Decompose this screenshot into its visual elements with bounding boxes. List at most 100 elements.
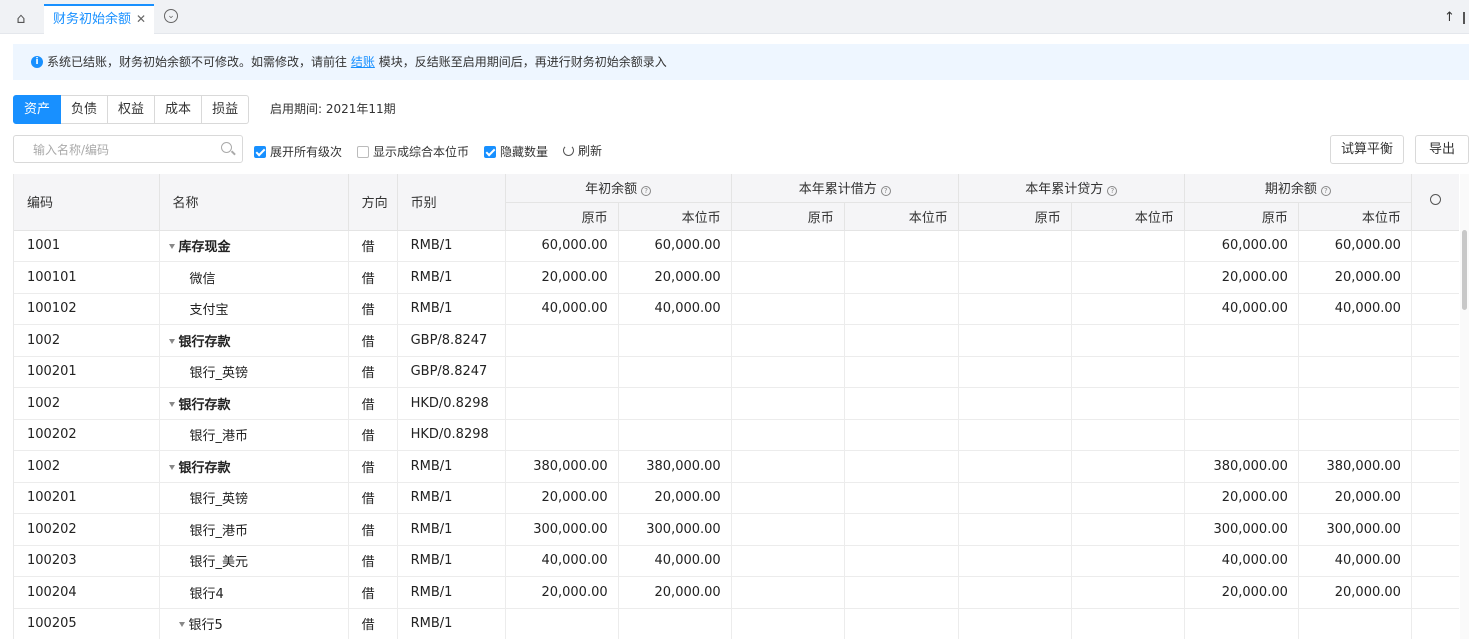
cell-amount[interactable] — [844, 450, 959, 483]
cell-amount[interactable] — [731, 387, 845, 420]
cell-amount[interactable] — [1071, 545, 1185, 577]
help-icon[interactable]: ? — [641, 186, 652, 197]
close-period-link[interactable]: 结账 — [351, 55, 375, 69]
cell-amount[interactable]: 60,000.00 — [505, 230, 619, 262]
cell-amount[interactable] — [958, 608, 1072, 639]
cell-amount[interactable]: 20,000.00 — [618, 482, 732, 514]
table-row[interactable]: 100101 微信借 RMB/1 20,000.00 20,000.00 20,000.0… — [14, 261, 1459, 294]
cell-amount[interactable]: 40,000.00 — [505, 545, 619, 577]
cell-amount[interactable]: 20,000.00 — [618, 261, 732, 294]
cell-amount[interactable] — [731, 324, 845, 357]
settings-icon[interactable] — [1429, 194, 1441, 206]
cell-amount[interactable]: 380,000.00 — [618, 450, 732, 483]
cell-amount[interactable] — [958, 513, 1072, 546]
help-icon[interactable]: ? — [1107, 186, 1118, 197]
table-row[interactable]: 100205 银行5 借 RMB/1 — [14, 608, 1459, 639]
cell-amount[interactable]: 40,000.00 — [1184, 545, 1299, 577]
cell-amount[interactable]: 40,000.00 — [1298, 545, 1412, 577]
cell-amount[interactable]: 60,000.00 — [1298, 230, 1412, 262]
cell-amount[interactable]: 20,000.00 — [1184, 576, 1299, 609]
cell-amount[interactable] — [731, 356, 845, 388]
table-row[interactable]: 100203 银行_美元借 RMB/1 40,000.00 40,000.00 40,00… — [14, 545, 1459, 577]
cell-amount[interactable] — [1298, 419, 1412, 451]
cell-amount[interactable] — [844, 608, 959, 639]
cell-amount[interactable] — [505, 387, 619, 420]
table-row[interactable]: 1002 银行存款 借 HKD/0.8298 — [14, 387, 1459, 420]
cell-amount[interactable] — [1071, 482, 1185, 514]
table-row[interactable]: 1001 库存现金借 RMB/1 60,000.00 60,000.00 60,000.0… — [14, 230, 1459, 262]
cell-amount[interactable] — [1071, 419, 1185, 451]
cell-amount[interactable] — [1184, 608, 1299, 639]
cell-amount[interactable]: 20,000.00 — [505, 482, 619, 514]
export-button[interactable]: 导出 — [1415, 135, 1469, 164]
cell-amount[interactable] — [1071, 356, 1185, 388]
cell-amount[interactable] — [731, 576, 845, 609]
cell-amount[interactable] — [731, 230, 845, 262]
cell-amount[interactable]: 40,000.00 — [618, 545, 732, 577]
expand-triangle-icon[interactable] — [168, 244, 175, 250]
cell-amount[interactable] — [844, 324, 959, 357]
cell-amount[interactable]: 60,000.00 — [1184, 230, 1299, 262]
help-icon[interactable]: ? — [1320, 186, 1331, 197]
cell-amount[interactable] — [958, 324, 1072, 357]
cell-amount[interactable]: 40,000.00 — [505, 293, 619, 325]
search-input[interactable]: 输入名称/编码 — [13, 135, 243, 163]
home-icon[interactable]: ⌂ — [8, 8, 34, 30]
cell-amount[interactable] — [958, 293, 1072, 325]
tab-financial-opening-balance[interactable]: 财务初始余额 ✕ — [44, 4, 154, 34]
cell-amount[interactable] — [731, 450, 845, 483]
cell-amount[interactable] — [1298, 324, 1412, 357]
cell-amount[interactable] — [731, 608, 845, 639]
cell-amount[interactable]: 20,000.00 — [1184, 261, 1299, 294]
cell-amount[interactable]: 40,000.00 — [1298, 293, 1412, 325]
expand-triangle-icon[interactable] — [168, 338, 175, 344]
cell-amount[interactable] — [731, 419, 845, 451]
cell-amount[interactable] — [731, 261, 845, 294]
cell-amount[interactable]: 40,000.00 — [618, 293, 732, 325]
cell-amount[interactable] — [958, 545, 1072, 577]
category-tab-assets[interactable]: 资产 — [13, 95, 62, 124]
table-row[interactable]: 100201 银行_英镑借 RMB/1 20,000.00 20,000.00 20,00… — [14, 482, 1459, 514]
category-tab-cost[interactable]: 成本 — [155, 95, 203, 124]
cell-amount[interactable]: 20,000.00 — [1184, 482, 1299, 514]
cell-amount[interactable] — [1071, 513, 1185, 546]
cell-amount[interactable] — [1071, 576, 1185, 609]
cell-amount[interactable] — [1071, 450, 1185, 483]
cell-amount[interactable] — [844, 482, 959, 514]
cell-amount[interactable] — [731, 482, 845, 514]
cell-amount[interactable] — [505, 356, 619, 388]
cell-amount[interactable] — [958, 387, 1072, 420]
cell-amount[interactable] — [958, 576, 1072, 609]
category-tab-profit-loss[interactable]: 损益 — [202, 95, 250, 124]
cell-amount[interactable]: 40,000.00 — [1184, 293, 1299, 325]
cell-amount[interactable] — [1071, 387, 1185, 420]
cell-amount[interactable]: 300,000.00 — [1298, 513, 1412, 546]
cell-amount[interactable] — [844, 513, 959, 546]
expand-triangle-icon[interactable] — [178, 622, 185, 628]
cell-amount[interactable]: 20,000.00 — [1298, 576, 1412, 609]
chevron-down-icon[interactable]: ⌄ — [164, 9, 178, 23]
table-row[interactable]: 100204 银行4 借 RMB/1 20,000.00 20,000.00 20,000.… — [14, 576, 1459, 609]
table-row[interactable]: 100202 银行_港币借 RMB/1 300,000.00 300,000.00 300… — [14, 513, 1459, 546]
cell-amount[interactable] — [618, 356, 732, 388]
cell-amount[interactable] — [958, 230, 1072, 262]
cell-amount[interactable] — [958, 419, 1072, 451]
expand-all-checkbox[interactable]: 展开所有级次 — [254, 143, 342, 160]
cell-amount[interactable] — [844, 230, 959, 262]
cell-amount[interactable] — [844, 387, 959, 420]
table-row[interactable]: 100202 银行_港币 借 HKD/0.8298 — [14, 419, 1459, 451]
cell-amount[interactable] — [844, 576, 959, 609]
table-row[interactable]: 1002 银行存款借 RMB/1 380,000.00 380,000.00 380,00… — [14, 450, 1459, 483]
table-row[interactable]: 100201 银行_英镑 借 GBP/8.8247 — [14, 356, 1459, 388]
refresh-button[interactable]: 刷新 — [563, 142, 602, 159]
cell-amount[interactable] — [844, 419, 959, 451]
cell-amount[interactable] — [958, 356, 1072, 388]
cell-amount[interactable] — [731, 513, 845, 546]
cell-amount[interactable]: 300,000.00 — [505, 513, 619, 546]
table-row[interactable]: 1002 银行存款 借 GBP/8.8247 — [14, 324, 1459, 357]
cell-amount[interactable] — [1298, 608, 1412, 639]
cell-amount[interactable]: 20,000.00 — [1298, 261, 1412, 294]
cell-amount[interactable]: 300,000.00 — [1184, 513, 1299, 546]
cell-amount[interactable] — [505, 419, 619, 451]
checkbox-icon[interactable] — [357, 145, 369, 158]
